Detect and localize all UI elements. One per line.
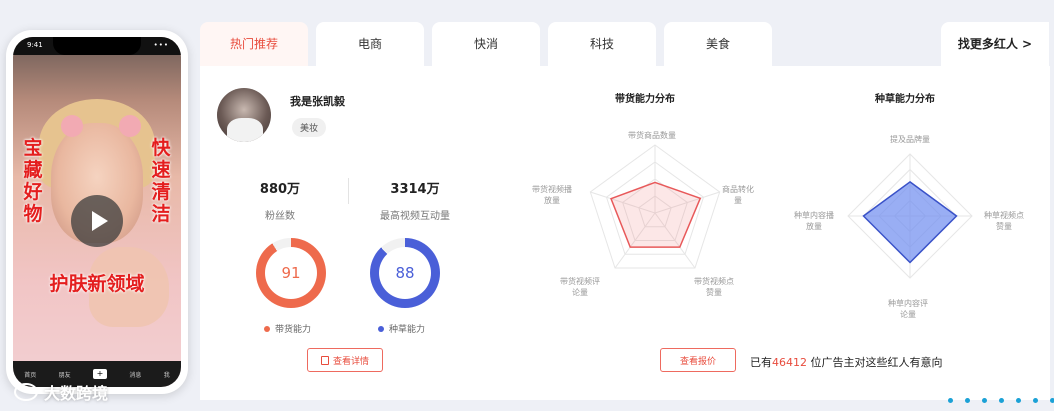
nav-add-button[interactable]: +: [92, 369, 107, 379]
watermark-text: 大数跨境: [44, 384, 109, 403]
seed-axis-label-2: 种草视频点赞量: [984, 211, 1024, 231]
radar-value-area: [610, 181, 702, 248]
category-tag: 美妆: [292, 118, 327, 137]
sales-score-ring: 91: [256, 238, 326, 308]
seed-legend: 种草能力: [378, 322, 425, 335]
sales-axis-label-4: 带货视频评论量: [560, 277, 600, 297]
video-caption-left: 宝藏好物: [23, 137, 43, 225]
nav-messages[interactable]: 消息: [129, 370, 141, 379]
sales-legend-label: 带货能力: [275, 325, 312, 335]
interaction-label: 最高视频互动量: [380, 211, 450, 222]
interaction-stat: 3314万 最高视频互动量: [360, 178, 470, 222]
page-dot[interactable]: [965, 398, 970, 403]
nav-home[interactable]: 首页: [24, 370, 36, 379]
tab-0[interactable]: 热门推荐: [200, 22, 308, 66]
sales-legend: 带货能力: [264, 322, 311, 335]
seed-legend-dot: [378, 325, 384, 332]
fans-stat: 880万 粉丝数: [250, 178, 310, 222]
advert-suffix: 位广告主对这些红人有意向: [807, 356, 943, 369]
page-dot[interactable]: [999, 398, 1004, 403]
seed-legend-label: 种草能力: [389, 325, 426, 335]
view-details-label: 查看详情: [332, 356, 369, 367]
fans-value: 880万: [259, 182, 301, 197]
tab-1[interactable]: 电商: [316, 22, 424, 66]
nav-friends[interactable]: 朋友: [59, 370, 71, 379]
video-caption-main: 护肤新领域: [49, 273, 145, 295]
advert-prefix: 已有: [750, 356, 772, 369]
fans-label: 粉丝数: [265, 211, 295, 222]
tab-2[interactable]: 快消: [432, 22, 540, 66]
view-details-button[interactable]: 查看详情: [307, 348, 383, 372]
advertiser-notice: 已有46412 位广告主对这些红人有意向: [750, 354, 943, 370]
status-time: 9:41: [27, 41, 43, 49]
sales-legend-dot: [264, 325, 270, 332]
page-dot[interactable]: [948, 398, 953, 403]
play-icon[interactable]: [71, 195, 123, 247]
seed-chart-title: 种草能力分布: [875, 94, 935, 105]
radar-value-area: [862, 180, 958, 264]
bunny-ear-left: [61, 115, 83, 137]
tab-4[interactable]: 美食: [664, 22, 772, 66]
seed-score: 88: [379, 247, 431, 299]
page-dot[interactable]: [982, 398, 987, 403]
interaction-value: 3314万: [390, 182, 440, 197]
seed-axis-label-1: 提及品牌量: [890, 135, 930, 144]
stat-divider: [348, 178, 349, 204]
influencer-name: 我是张凯毅: [290, 95, 345, 108]
find-more-influencers-button[interactable]: 找更多红人 >: [941, 22, 1049, 66]
page-dot[interactable]: [1016, 398, 1021, 403]
seed-axis-label-3: 种草内容评论量: [888, 299, 928, 319]
sales-chart-title: 带货能力分布: [615, 94, 675, 105]
category-tabs: 热门推荐 电商 快消 科技 美食: [200, 22, 772, 66]
seed-score-ring: 88: [370, 238, 440, 308]
sales-score: 91: [265, 247, 317, 299]
video-preview[interactable]: 9:41 ••• 宝藏好物 快速清洁 护肤新领域 首页 朋友 + 消息 我: [13, 37, 181, 387]
signal-icon: •••: [153, 41, 169, 49]
phone-mockup: 9:41 ••• 宝藏好物 快速清洁 护肤新领域 首页 朋友 + 消息 我: [6, 30, 188, 394]
tab-3[interactable]: 科技: [548, 22, 656, 66]
nav-me[interactable]: 我: [164, 370, 170, 379]
sales-axis-label-2: 商品转化量: [722, 185, 754, 205]
watermark: 大数跨境: [14, 380, 108, 404]
view-quote-button[interactable]: 查看报价: [660, 348, 736, 372]
video-caption-right: 快速清洁: [151, 137, 171, 225]
watermark-logo-icon: [14, 383, 38, 401]
avatar[interactable]: [217, 88, 271, 142]
influencer-panel: 我是张凯毅 美妆 880万 粉丝数 3314万 最高视频互动量 91 88 带货…: [200, 66, 1050, 400]
document-icon: [320, 355, 329, 365]
sales-axis-label-1: 带货商品数量: [628, 131, 676, 140]
sales-radar-chart: [589, 144, 721, 269]
seed-radar-chart: [847, 153, 973, 279]
bunny-ear-right: [119, 115, 141, 137]
phone-notch: [53, 37, 141, 55]
page-dot[interactable]: [1033, 398, 1038, 403]
advertiser-count: 46412: [772, 356, 807, 369]
pagination-dots[interactable]: [948, 398, 1054, 403]
sales-axis-label-3: 带货视频点赞量: [694, 277, 734, 297]
sales-axis-label-5: 带货视频播放量: [532, 185, 572, 205]
seed-axis-label-4: 种草内容播放量: [794, 211, 834, 231]
page-dot[interactable]: [1050, 398, 1054, 403]
